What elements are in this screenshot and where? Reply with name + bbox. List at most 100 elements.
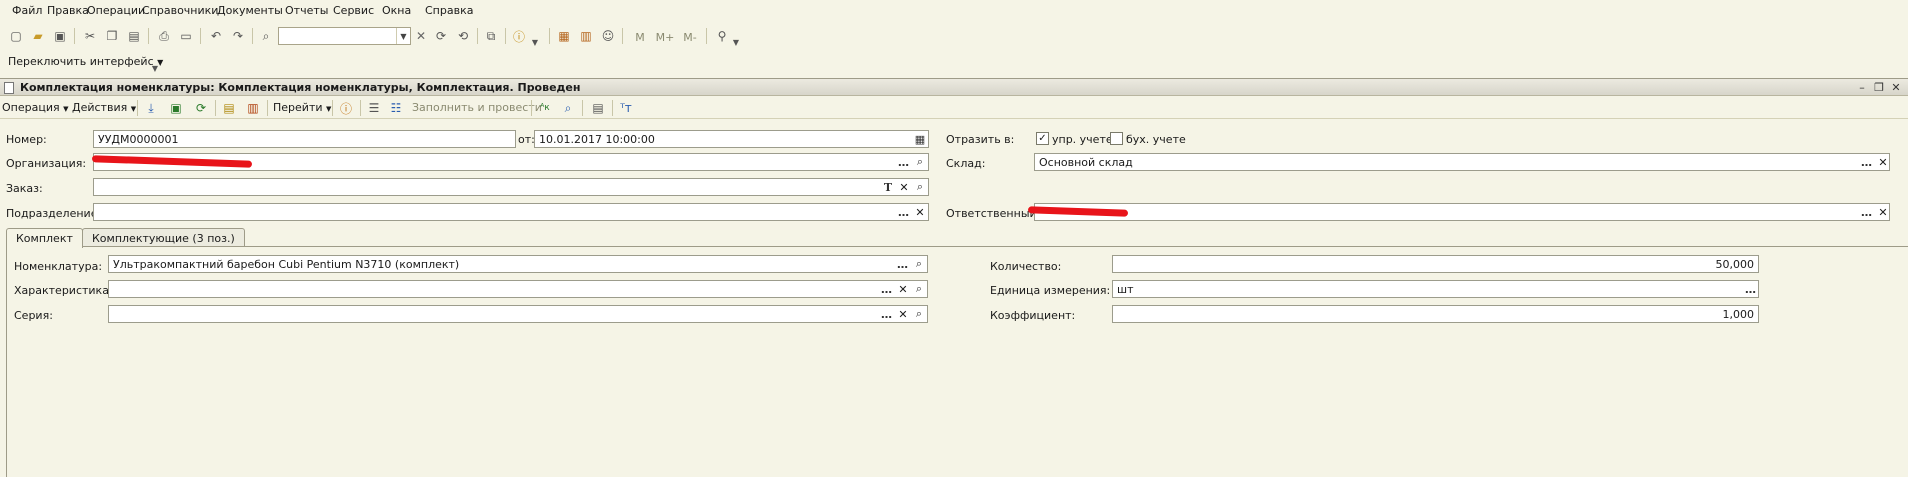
chevron-down-icon[interactable]: ▼ [147,60,163,76]
select-series-button[interactable]: … [878,306,894,322]
select-nomenclature-button[interactable]: … [894,256,910,272]
chevron-down-icon[interactable]: ▼ [527,34,543,50]
mgmt-accounting-checkbox[interactable]: ✓ [1036,132,1049,145]
find-next-icon[interactable]: ⟳ [433,28,449,44]
characteristic-field[interactable] [108,280,928,298]
unit-label: Единица измерения: [990,284,1111,297]
list-icon[interactable]: ☰ [366,100,382,116]
calculator-icon[interactable]: ▦ [556,28,572,44]
copy-icon[interactable]: ❐ [104,28,120,44]
based-on-icon[interactable]: ▤ [221,100,237,116]
tab-kit[interactable]: Комплект [6,228,83,248]
minimize-icon[interactable]: – [1855,81,1869,94]
memory-plus-button[interactable]: М+ [654,29,676,45]
acc-accounting-checkbox[interactable] [1110,132,1123,145]
select-organization-button[interactable]: … [895,154,911,170]
search-icon[interactable]: ⌕ [258,28,274,44]
memory-button[interactable]: М [632,29,648,45]
actions-label: Действия [72,101,128,114]
order-field[interactable] [93,178,929,196]
menu-documents[interactable]: Документы [217,4,283,17]
search-icon[interactable]: ⌕ [911,281,927,297]
menu-windows[interactable]: Окна [382,4,411,17]
goto-menu-button[interactable]: Перейти ▼ [273,101,331,114]
reflect-in-label: Отразить в: [946,133,1015,146]
windows-icon[interactable]: ⧉ [483,28,499,44]
calendar-icon[interactable]: ▥ [578,28,594,44]
menu-edit[interactable]: Правка [47,4,89,17]
fill-and-post-button[interactable]: Заполнить и провести [412,101,542,114]
cut-icon[interactable]: ✂ [82,28,98,44]
find-prev-icon[interactable]: ⟲ [455,28,471,44]
menu-operations[interactable]: Операции [87,4,145,17]
quantity-field[interactable]: 50,000 [1112,255,1759,273]
department-field[interactable] [93,203,929,221]
info-icon[interactable]: ⓘ [511,28,527,44]
clear-icon[interactable]: ✕ [1875,154,1891,170]
report-icon[interactable]: ▤ [590,100,606,116]
toolbar-separator [267,100,268,116]
menu-references[interactable]: Справочники [142,4,218,17]
menu-help[interactable]: Справка [425,4,473,17]
memory-minus-button[interactable]: М- [679,29,701,45]
date-field[interactable]: 10.01.2017 10:00:00 [534,130,929,148]
coefficient-field[interactable]: 1,000 [1112,305,1759,323]
paste-icon[interactable]: ▤ [126,28,142,44]
print-icon[interactable]: ⎙ [156,28,172,44]
document-icon [4,82,14,94]
select-characteristic-button[interactable]: … [878,281,894,297]
type-icon[interactable]: ᵀт [618,100,634,116]
post-and-close-icon[interactable]: ⤓ [143,100,159,116]
type-select-icon[interactable]: T [880,179,896,195]
chevron-down-icon[interactable]: ▼ [396,28,410,44]
menu-reports[interactable]: Отчеты [285,4,328,17]
menu-service[interactable]: Сервис [333,4,374,17]
print-document-icon[interactable]: ▥ [245,100,261,116]
save-icon[interactable]: ▣ [52,28,68,44]
restore-icon[interactable]: ❐ [1872,81,1886,94]
search-combo[interactable]: ▼ [278,27,411,45]
clear-search-icon[interactable]: ✕ [413,28,429,44]
search-icon[interactable]: ⌕ [912,154,928,170]
open-folder-icon[interactable]: ▰ [30,28,46,44]
unit-field[interactable]: шт [1112,280,1759,298]
warehouse-field[interactable]: Основной склад [1034,153,1890,171]
menu-file[interactable]: Файл [12,4,42,17]
search-icon[interactable]: ⌕ [911,256,927,272]
redo-icon[interactable]: ↷ [230,28,246,44]
movements-icon[interactable]: ᴬк [537,100,553,116]
refresh-icon[interactable]: ⟳ [193,100,209,116]
clear-icon[interactable]: ✕ [895,281,911,297]
series-field[interactable] [108,305,928,323]
responsible-field[interactable] [1034,203,1890,221]
number-label: Номер: [6,133,47,146]
search-icon[interactable]: ⌕ [912,179,928,195]
users-icon[interactable]: ☺ [600,28,616,44]
calendar-icon[interactable]: ▦ [912,131,928,147]
actions-menu-button[interactable]: Действия ▼ [72,101,136,114]
tab-components[interactable]: Комплектующие (3 поз.) [82,228,245,247]
help-icon[interactable]: ⓘ [338,100,354,116]
undo-icon[interactable]: ↶ [208,28,224,44]
clear-icon[interactable]: ✕ [912,204,928,220]
goto-label: Перейти [273,101,323,114]
new-document-icon[interactable]: ▢ [8,28,24,44]
preview-icon[interactable]: ▭ [178,28,194,44]
fill-icon[interactable]: ☷ [388,100,404,116]
clear-icon[interactable]: ✕ [895,306,911,322]
search-icon[interactable]: ⌕ [911,306,927,322]
number-field[interactable]: УУДМ0000001 [93,130,516,148]
select-warehouse-button[interactable]: … [1858,154,1874,170]
clear-icon[interactable]: ✕ [1875,204,1891,220]
close-icon[interactable]: ✕ [1889,81,1903,94]
operation-menu-button[interactable]: Операция ▼ [2,101,69,114]
select-responsible-button[interactable]: … [1858,204,1874,220]
select-unit-button[interactable]: … [1742,281,1758,297]
switch-interface-button[interactable]: Переключить интерфейс ▼ [8,55,163,68]
select-department-button[interactable]: … [895,204,911,220]
structure-icon[interactable]: ⌕ [560,100,576,116]
clear-icon[interactable]: ✕ [896,179,912,195]
nomenclature-field[interactable]: Ультракомпактний баребон Cubi Pentium N3… [108,255,928,273]
chevron-down-icon[interactable]: ▼ [728,34,744,50]
save-document-icon[interactable]: ▣ [168,100,184,116]
